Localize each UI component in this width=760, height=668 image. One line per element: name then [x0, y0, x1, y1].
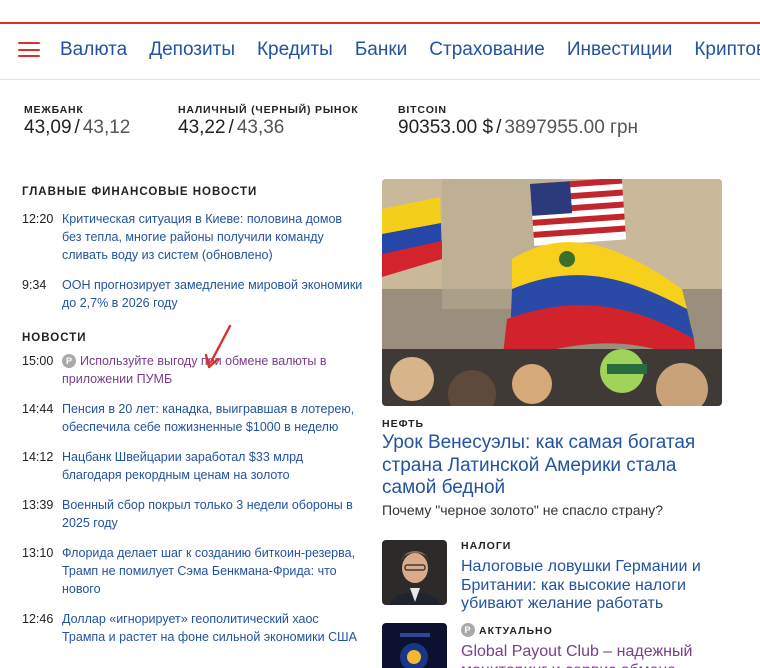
nav-item-investments[interactable]: Инвестиции [567, 39, 673, 61]
news-column: Главные финансовые новости 12:20 Критиче… [22, 186, 364, 646]
nav-item-banks[interactable]: Банки [355, 39, 407, 61]
rate-cash-market[interactable]: Наличный (черный) рынок 43,22/43,36 [178, 104, 358, 139]
news-time: 15:00 [22, 354, 54, 368]
promo-badge-icon: P [461, 623, 475, 637]
news-time: 14:44 [22, 402, 54, 416]
list-item: 9:34 ООН прогнозирует замедление мировой… [22, 276, 364, 312]
rate-sell: 43,36 [236, 117, 285, 138]
article-title-link[interactable]: Налоговые ловушки Германии и Британии: к… [461, 558, 723, 614]
hero-subtitle: Почему "черное золото" не спасло страну? [382, 502, 664, 518]
news-headline-link[interactable]: Нацбанк Швейцарии заработал $33 млрд бла… [62, 448, 364, 484]
nav-item-currency[interactable]: Валюта [60, 39, 127, 61]
hamburger-menu-icon[interactable] [18, 42, 40, 58]
article-title-link[interactable]: Global Payout Club – надежный мониторинг… [461, 643, 723, 668]
list-item: 12:20 Критическая ситуация в Киеве: поло… [22, 210, 364, 264]
list-item: 14:44 Пенсия в 20 лет: канадка, выигравш… [22, 400, 364, 436]
news-time: 14:12 [22, 450, 54, 464]
rate-buy: 43,09 [24, 117, 72, 138]
news-headline-link[interactable]: Флорида делает шаг к созданию биткоин-ре… [62, 544, 364, 598]
nav-item-deposits[interactable]: Депозиты [149, 39, 235, 61]
hero-title-link[interactable]: Урок Венесуэлы: как самая богатая страна… [382, 432, 722, 500]
hero-category-tag[interactable]: Нефть [382, 418, 424, 430]
rate-sell: 43,12 [82, 117, 131, 138]
news-headline-link[interactable]: Доллар «игнорирует» геополитический хаос… [62, 610, 364, 646]
hero-article-image[interactable] [382, 179, 722, 406]
rate-buy: 43,22 [178, 117, 226, 138]
red-arrow-annotation [204, 324, 232, 369]
article-thumbnail[interactable] [382, 540, 447, 605]
main-news-title: Главные финансовые новости [22, 186, 258, 198]
list-item: 15:00 P Используйте выгоду при обмене вал… [22, 352, 364, 388]
rate-title: Межбанк [24, 104, 84, 116]
article-thumbnail[interactable] [382, 623, 447, 668]
rate-uah: 3897955.00 грн [504, 117, 639, 138]
main-news-list: 12:20 Критическая ситуация в Киеве: поло… [22, 210, 364, 312]
news-headline-link[interactable]: Критическая ситуация в Киеве: половина д… [62, 210, 364, 264]
nav-item-insurance[interactable]: Страхование [429, 39, 545, 61]
news-time: 9:34 [22, 278, 47, 292]
news-time: 12:20 [22, 212, 54, 226]
main-navigation: Валюта Депозиты Кредиты Банки Страховани… [0, 24, 760, 80]
news-section-title: Новости [22, 332, 87, 344]
nav-item-credits[interactable]: Кредиты [257, 39, 333, 61]
rate-bitcoin[interactable]: Bitcoin 90353.00 $/3897955.00 грн [398, 104, 638, 139]
news-time: 12:46 [22, 612, 54, 626]
news-time: 13:10 [22, 546, 54, 560]
news-headline-link[interactable]: Военный сбор покрыл только 3 недели обор… [62, 496, 364, 532]
list-item: 13:10 Флорида делает шаг к созданию битк… [22, 544, 364, 598]
rate-title: Bitcoin [398, 104, 447, 116]
list-item: 12:46 Доллар «игнорирует» геополитически… [22, 610, 364, 646]
news-time: 13:39 [22, 498, 54, 512]
news-headline-link[interactable]: Используйте выгоду при обмене валюты в п… [62, 354, 326, 386]
news-headline-link[interactable]: ООН прогнозирует замедление мировой экон… [62, 276, 364, 312]
nav-item-crypto[interactable]: Криптовалюта [694, 39, 760, 61]
news-list: 15:00 P Используйте выгоду при обмене вал… [22, 352, 364, 646]
list-item: 13:39 Военный сбор покрыл только 3 недел… [22, 496, 364, 532]
rate-interbank[interactable]: Межбанк 43,09/43,12 [24, 104, 130, 139]
news-headline-link[interactable]: Пенсия в 20 лет: канадка, выигравшая в л… [62, 400, 364, 436]
rate-title: Наличный (черный) рынок [178, 104, 359, 116]
list-item: 14:12 Нацбанк Швейцарии заработал $33 мл… [22, 448, 364, 484]
promo-badge-icon: P [62, 354, 76, 368]
article-category-tag[interactable]: Актуально [479, 625, 553, 637]
article-category-tag[interactable]: Налоги [461, 540, 723, 552]
rate-usd: 90353.00 $ [398, 117, 494, 138]
